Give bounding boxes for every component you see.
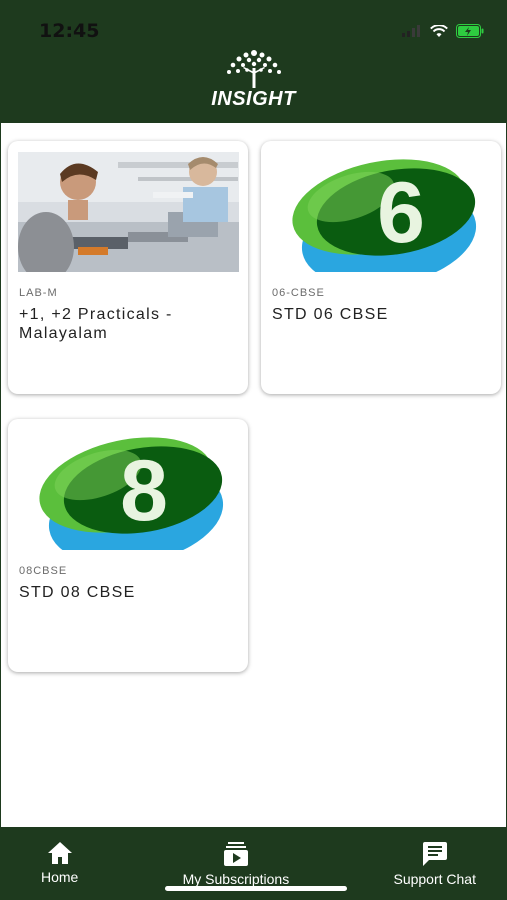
tree-logo-icon — [226, 50, 281, 88]
lab-photo-icon — [18, 152, 239, 272]
brand-logo: INSIGHT — [199, 48, 309, 116]
nav-support-chat-label: Support Chat — [393, 871, 476, 887]
course-code: LAB-M — [19, 287, 58, 299]
status-icons — [402, 22, 484, 40]
status-time: 12:45 — [39, 20, 100, 42]
bottom-navigation: Home My Subscriptions Support Chat — [1, 827, 506, 900]
nav-support-chat[interactable]: Support Chat — [393, 827, 476, 887]
course-card-08-cbse[interactable]: 8 08CBSE STD 08 CBSE — [8, 419, 248, 672]
course-image-std-06: 6 — [271, 152, 492, 272]
course-title: STD 06 CBSE — [272, 306, 389, 323]
home-icon — [47, 842, 72, 864]
nav-home-label: Home — [41, 869, 79, 885]
course-code: 06-CBSE — [272, 287, 325, 299]
nav-home[interactable]: Home — [41, 827, 78, 885]
home-indicator[interactable] — [165, 886, 347, 891]
chat-icon — [422, 842, 447, 866]
badge-number: 8 — [120, 443, 168, 539]
course-image-std-08: 8 — [18, 430, 239, 550]
badge-number: 6 — [377, 165, 425, 261]
number-six-badge-icon: 6 — [292, 159, 477, 272]
battery-icon — [456, 24, 484, 38]
number-eight-badge-icon: 8 — [39, 437, 224, 550]
course-title: +1, +2 Practicals - Malayalam — [19, 306, 173, 342]
nav-my-subscriptions-label: My Subscriptions — [182, 871, 290, 887]
status-bar: 12:45 — [1, 0, 506, 52]
cellular-signal-icon — [402, 25, 420, 37]
course-title: STD 08 CBSE — [19, 584, 136, 601]
brand-name: INSIGHT — [211, 88, 296, 110]
course-image-lab-photo — [18, 152, 239, 272]
wifi-icon — [430, 24, 448, 37]
subscriptions-icon — [223, 842, 248, 866]
course-card-lab-m[interactable]: LAB-M +1, +2 Practicals - Malayalam — [8, 141, 248, 394]
nav-my-subscriptions[interactable]: My Subscriptions — [182, 827, 290, 887]
course-code: 08CBSE — [19, 565, 68, 577]
course-card-06-cbse[interactable]: 6 06-CBSE STD 06 CBSE — [261, 141, 501, 394]
app-header: 12:45 INSIGHT — [1, 0, 506, 123]
